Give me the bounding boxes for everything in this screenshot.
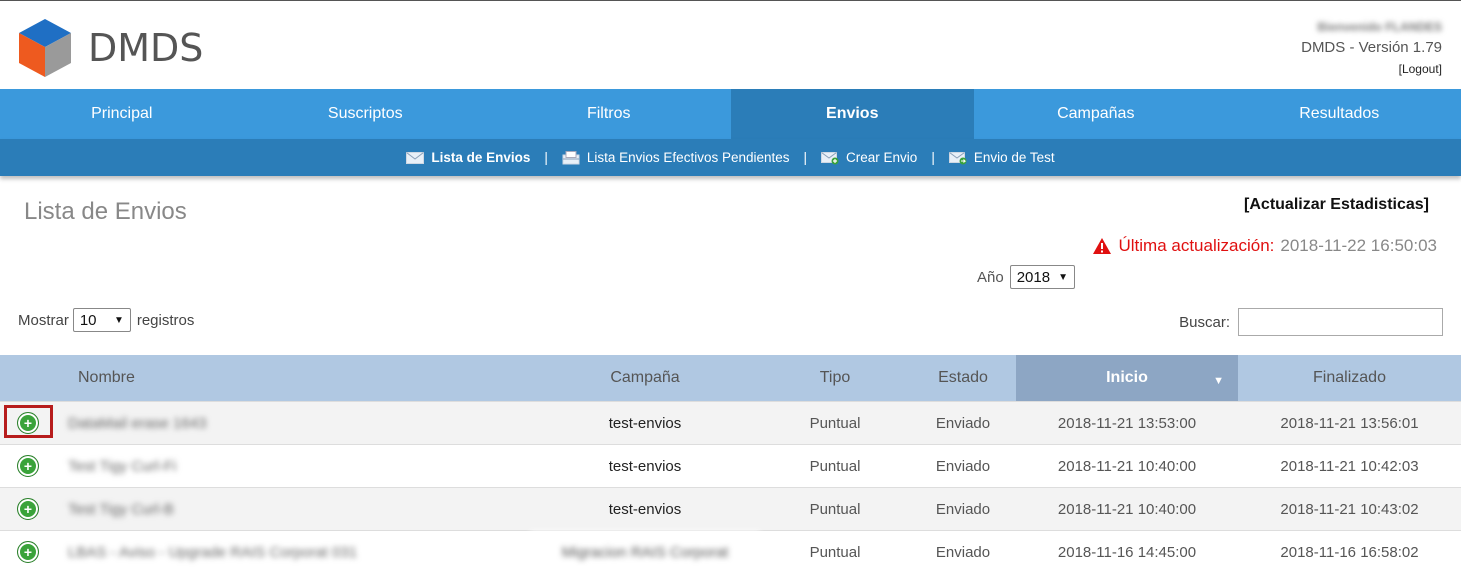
- cell-campana: test-envios: [530, 445, 760, 488]
- col-tipo[interactable]: Tipo: [760, 355, 910, 402]
- cell-campana: test-envios: [530, 402, 760, 445]
- table-row: + Test Tigy Curl-Fi test-envios Puntual …: [0, 445, 1461, 488]
- nav-tab-resultados[interactable]: Resultados: [1218, 89, 1461, 139]
- subnav-label: Lista de Envios: [431, 150, 530, 165]
- main-nav: Principal Suscriptos Filtros Envios Camp…: [0, 89, 1461, 139]
- year-select[interactable]: 2018 ▼: [1010, 265, 1075, 289]
- separator: |: [804, 150, 808, 165]
- expand-row-icon[interactable]: +: [17, 541, 39, 563]
- col-inicio[interactable]: Inicio ▼: [1016, 355, 1238, 402]
- nav-tab-suscriptos[interactable]: Suscriptos: [244, 89, 488, 139]
- cell-tipo: Puntual: [760, 488, 910, 531]
- sub-nav: Lista de Envios | Lista Envios Efectivos…: [0, 139, 1461, 176]
- sort-desc-icon: ▼: [1213, 375, 1224, 387]
- row-name: DataMail erase 1643: [68, 415, 206, 432]
- table-row: + DataMail erase 1643 test-envios Puntua…: [0, 402, 1461, 445]
- envelope-send-icon: [949, 151, 967, 165]
- nav-tab-filtros[interactable]: Filtros: [487, 89, 731, 139]
- records-label: registros: [137, 312, 195, 329]
- separator: |: [544, 150, 548, 165]
- cell-inicio: 2018-11-21 10:40:00: [1016, 445, 1238, 488]
- chevron-down-icon: ▼: [1058, 272, 1068, 283]
- cell-inicio: 2018-11-16 14:45:00: [1016, 531, 1238, 573]
- logo-text: DMDS: [88, 26, 203, 70]
- warning-icon: [1092, 237, 1112, 255]
- chevron-down-icon: ▼: [114, 315, 124, 326]
- year-value: 2018: [1017, 269, 1050, 286]
- subnav-envio-test[interactable]: Envio de Test: [949, 150, 1055, 165]
- page-length: Mostrar 10 ▼ registros: [18, 308, 194, 332]
- envelope-add-icon: [821, 151, 839, 165]
- cell-campana: Migracion RAIS Corporat: [530, 531, 760, 573]
- search-input[interactable]: [1238, 308, 1443, 336]
- year-filter: Año 2018 ▼: [977, 265, 1075, 289]
- cell-estado: Enviado: [910, 531, 1016, 573]
- subnav-label: Crear Envio: [846, 150, 917, 165]
- search-label: Buscar:: [1179, 314, 1230, 331]
- cell-finalizado: 2018-11-21 13:56:01: [1238, 402, 1461, 445]
- envelope-icon: [406, 151, 424, 165]
- cell-finalizado: 2018-11-21 10:43:02: [1238, 488, 1461, 531]
- cell-finalizado: 2018-11-21 10:42:03: [1238, 445, 1461, 488]
- envios-table: Nombre Campaña Tipo Estado Inicio ▼ Fina…: [0, 355, 1461, 573]
- row-name: Test Tigy Curl-B: [68, 501, 174, 518]
- page-length-select[interactable]: 10 ▼: [73, 308, 131, 332]
- expand-row-icon[interactable]: +: [17, 498, 39, 520]
- search-box: Buscar:: [1179, 308, 1443, 336]
- cell-estado: Enviado: [910, 402, 1016, 445]
- cube-logo-icon: [16, 17, 74, 79]
- nav-tab-principal[interactable]: Principal: [0, 89, 244, 139]
- refresh-stats-link[interactable]: [Actualizar Estadisticas]: [1244, 196, 1429, 214]
- subnav-label: Envio de Test: [974, 150, 1055, 165]
- col-campana[interactable]: Campaña: [530, 355, 760, 402]
- col-finalizado[interactable]: Finalizado: [1238, 355, 1461, 402]
- separator: |: [931, 150, 935, 165]
- col-nombre[interactable]: Nombre: [0, 355, 530, 402]
- subnav-label: Lista Envios Efectivos Pendientes: [587, 150, 790, 165]
- table-row: + Test Tigy Curl-B test-envios Puntual E…: [0, 488, 1461, 531]
- cell-nombre: + Test Tigy Curl-B: [0, 488, 530, 531]
- cell-campana: test-envios: [530, 488, 760, 531]
- inbox-icon: [562, 151, 580, 165]
- show-label: Mostrar: [18, 312, 69, 329]
- page-length-value: 10: [80, 312, 97, 329]
- cell-nombre: + Test Tigy Curl-Fi: [0, 445, 530, 488]
- col-estado[interactable]: Estado: [910, 355, 1016, 402]
- nav-tab-envios[interactable]: Envios: [731, 89, 975, 139]
- last-update: Última actualización: 2018-11-22 16:50:0…: [1092, 236, 1437, 256]
- cell-finalizado: 2018-11-16 16:58:02: [1238, 531, 1461, 573]
- table-row: + LBAS - Aviso - Upgrade RAIS Corporat 0…: [0, 531, 1461, 573]
- user-greeting: Bienvenido FLANDES: [1317, 20, 1442, 34]
- logout-link[interactable]: [Logout]: [1399, 62, 1442, 76]
- cell-inicio: 2018-11-21 10:40:00: [1016, 488, 1238, 531]
- expand-row-icon[interactable]: +: [17, 412, 39, 434]
- col-inicio-label: Inicio: [1106, 369, 1148, 386]
- cell-tipo: Puntual: [760, 531, 910, 573]
- nav-tab-campanas[interactable]: Campañas: [974, 89, 1218, 139]
- cell-nombre: + LBAS - Aviso - Upgrade RAIS Corporat 0…: [0, 531, 530, 573]
- subnav-crear-envio[interactable]: Crear Envio: [821, 150, 917, 165]
- row-name: Test Tigy Curl-Fi: [68, 458, 176, 475]
- cell-inicio: 2018-11-21 13:53:00: [1016, 402, 1238, 445]
- subnav-pendientes[interactable]: Lista Envios Efectivos Pendientes: [562, 150, 790, 165]
- cell-nombre: + DataMail erase 1643: [0, 402, 530, 445]
- cell-tipo: Puntual: [760, 445, 910, 488]
- dmds-logo[interactable]: DMDS: [16, 17, 216, 79]
- subnav-lista-envios[interactable]: Lista de Envios: [406, 150, 530, 165]
- app-header: DMDS Bienvenido FLANDES DMDS - Versión 1…: [0, 1, 1461, 89]
- year-label: Año: [977, 269, 1004, 286]
- app-version: DMDS - Versión 1.79: [1301, 39, 1442, 56]
- expand-row-icon[interactable]: +: [17, 455, 39, 477]
- last-update-label: Última actualización:: [1118, 236, 1274, 256]
- cell-estado: Enviado: [910, 488, 1016, 531]
- table-header-row: Nombre Campaña Tipo Estado Inicio ▼ Fina…: [0, 355, 1461, 402]
- page-title: Lista de Envios: [24, 198, 187, 226]
- last-update-value: 2018-11-22 16:50:03: [1280, 236, 1437, 256]
- cell-tipo: Puntual: [760, 402, 910, 445]
- cell-estado: Enviado: [910, 445, 1016, 488]
